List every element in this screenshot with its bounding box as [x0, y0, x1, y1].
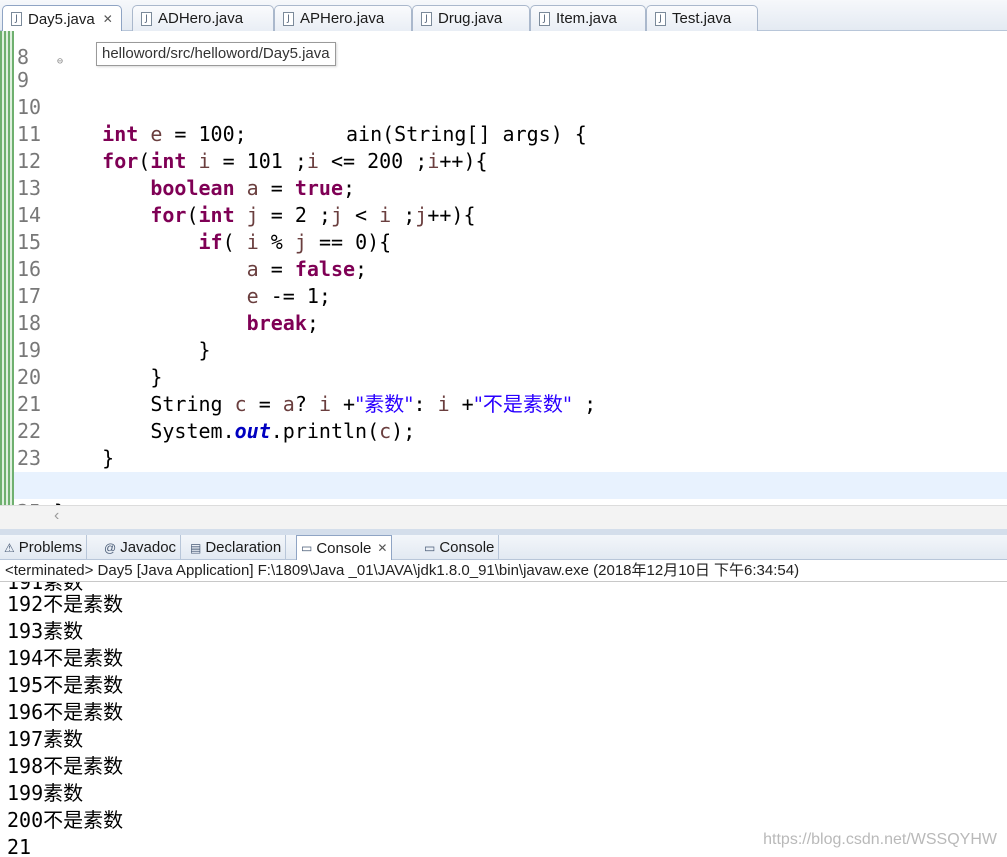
tab-label: Javadoc: [120, 539, 177, 556]
console-line: 192不是素数: [7, 591, 123, 618]
tab-item[interactable]: J Item.java: [530, 5, 646, 31]
code-line[interactable]: 24 }: [14, 445, 1007, 524]
tab-javadoc[interactable]: @ Javadoc: [100, 535, 182, 560]
current-code-line[interactable]: 25: [14, 472, 1007, 524]
console-text: 素数: [43, 781, 84, 805]
code-line[interactable]: 17 break;: [14, 256, 1007, 335]
tab-label: Day5.java: [28, 10, 95, 28]
console-number: 193: [7, 619, 44, 643]
file-path-tooltip: helloword/src/helloword/Day5.java: [96, 42, 336, 66]
console-text: 不是素数: [43, 673, 124, 697]
code-line[interactable]: 18 }: [14, 283, 1007, 362]
console-line: 197素数: [7, 726, 83, 753]
code-line[interactable]: 19 }: [14, 310, 1007, 389]
tab-label: Test.java: [672, 10, 732, 27]
tab-test[interactable]: J Test.java: [646, 5, 758, 31]
tab-label: ADHero.java: [158, 10, 244, 27]
console-line: 199素数: [7, 780, 83, 807]
console-text: 不是素数: [43, 646, 124, 670]
console-text: 不是素数: [43, 700, 124, 724]
console-line: 198不是素数: [7, 753, 123, 780]
close-icon[interactable]: ✕: [377, 541, 387, 555]
code-line[interactable]: 13 for(int j = 2 ;j < i ;j++){: [14, 148, 1007, 227]
horizontal-scrollbar[interactable]: ‹: [0, 505, 1007, 529]
code-line[interactable]: 21 System.out.println(c);: [14, 364, 1007, 443]
code-line[interactable]: 22 }: [14, 391, 1007, 470]
console-line: 194不是素数: [7, 645, 123, 672]
console-number: 195: [7, 673, 44, 697]
tab-label: Item.java: [556, 10, 617, 27]
code-line[interactable]: 23 System.out.println(e);: [14, 418, 1007, 497]
console-status: <terminated> Day5 [Java Application] F:\…: [0, 560, 1007, 582]
console-number: 199: [7, 781, 44, 805]
code-line[interactable]: 15 a = false;: [14, 202, 1007, 281]
tab-label: Console: [316, 539, 372, 557]
tab-problems[interactable]: ⚠ Problems: [0, 535, 88, 560]
console-number: 192: [7, 592, 44, 616]
console-line: 195不是素数: [7, 672, 123, 699]
tab-declaration[interactable]: ▤ Declaration: [186, 535, 287, 560]
tab-day5[interactable]: J Day5.java ✕: [2, 5, 122, 32]
tab-console-2[interactable]: ▭ Console: [420, 535, 500, 560]
console-number: 198: [7, 754, 44, 778]
console-number: 200: [7, 808, 44, 832]
console-text: 素数: [43, 727, 84, 751]
console-number: 197: [7, 727, 44, 751]
tab-label: Declaration: [205, 539, 282, 556]
code-line[interactable]: 10 int e = 100;: [14, 67, 1007, 146]
javadoc-icon: @: [104, 540, 117, 555]
panel-tab-bar: ⚠ Problems @ Javadoc ▤ Declaration ▭ Con…: [0, 535, 1007, 560]
problems-icon: ⚠: [4, 540, 15, 555]
declaration-icon: ▤: [190, 540, 202, 555]
code-line[interactable]: 20 String c = a? i +"素数": i +"不是素数" ;: [14, 337, 1007, 416]
console-line: 21: [7, 834, 31, 857]
console-number: 196: [7, 700, 44, 724]
console-line: 196不是素数: [7, 699, 123, 726]
java-file-icon: J: [283, 11, 294, 26]
java-file-icon: J: [421, 11, 432, 26]
console-icon: ▭: [424, 540, 436, 555]
tab-label: APHero.java: [300, 10, 385, 27]
console-text: 不是素数: [43, 808, 124, 832]
console-output[interactable]: 191素数 192不是素数 193素数 194不是素数 195不是素数 196不…: [0, 582, 1007, 857]
change-ruler: [0, 31, 14, 529]
code-line[interactable]: 12 boolean a = true;: [14, 121, 1007, 200]
watermark: https://blog.csdn.net/WSSQYHW: [763, 831, 997, 848]
console-number: 21: [7, 835, 32, 857]
console-text: 不是素数: [43, 754, 124, 778]
close-icon[interactable]: ✕: [103, 12, 113, 26]
java-file-icon: J: [141, 11, 152, 26]
code-line[interactable]: 14 if( i % j == 0){: [14, 175, 1007, 254]
tab-aphero[interactable]: J APHero.java: [274, 5, 412, 31]
console-line: 200不是素数: [7, 807, 123, 834]
editor-tab-bar: J Day5.java ✕ J ADHero.java J APHero.jav…: [0, 0, 1007, 32]
code-line[interactable]: 11 for(int i = 101 ;i <= 200 ;i++){: [14, 94, 1007, 173]
tab-label: Problems: [18, 539, 83, 556]
scroll-left-icon[interactable]: ‹: [54, 507, 59, 525]
code-editor[interactable]: 8 9 ⊖ ain(String[] args) { 10 int e = 10…: [0, 31, 1007, 529]
console-line: 193素数: [7, 618, 83, 645]
code-line[interactable]: 16 e -= 1;: [14, 229, 1007, 308]
java-file-icon: J: [655, 11, 666, 26]
tab-label: Drug.java: [438, 10, 503, 27]
java-file-icon: J: [539, 11, 550, 26]
console-icon: ▭: [301, 541, 313, 555]
tab-adhero[interactable]: J ADHero.java: [132, 5, 274, 31]
tab-drug[interactable]: J Drug.java: [412, 5, 530, 31]
tab-label: Console: [439, 539, 495, 556]
console-number: 194: [7, 646, 44, 670]
java-file-icon: J: [11, 12, 22, 26]
tab-console[interactable]: ▭ Console ✕: [296, 535, 393, 560]
console-text: 不是素数: [43, 592, 124, 616]
console-text: 素数: [43, 619, 84, 643]
